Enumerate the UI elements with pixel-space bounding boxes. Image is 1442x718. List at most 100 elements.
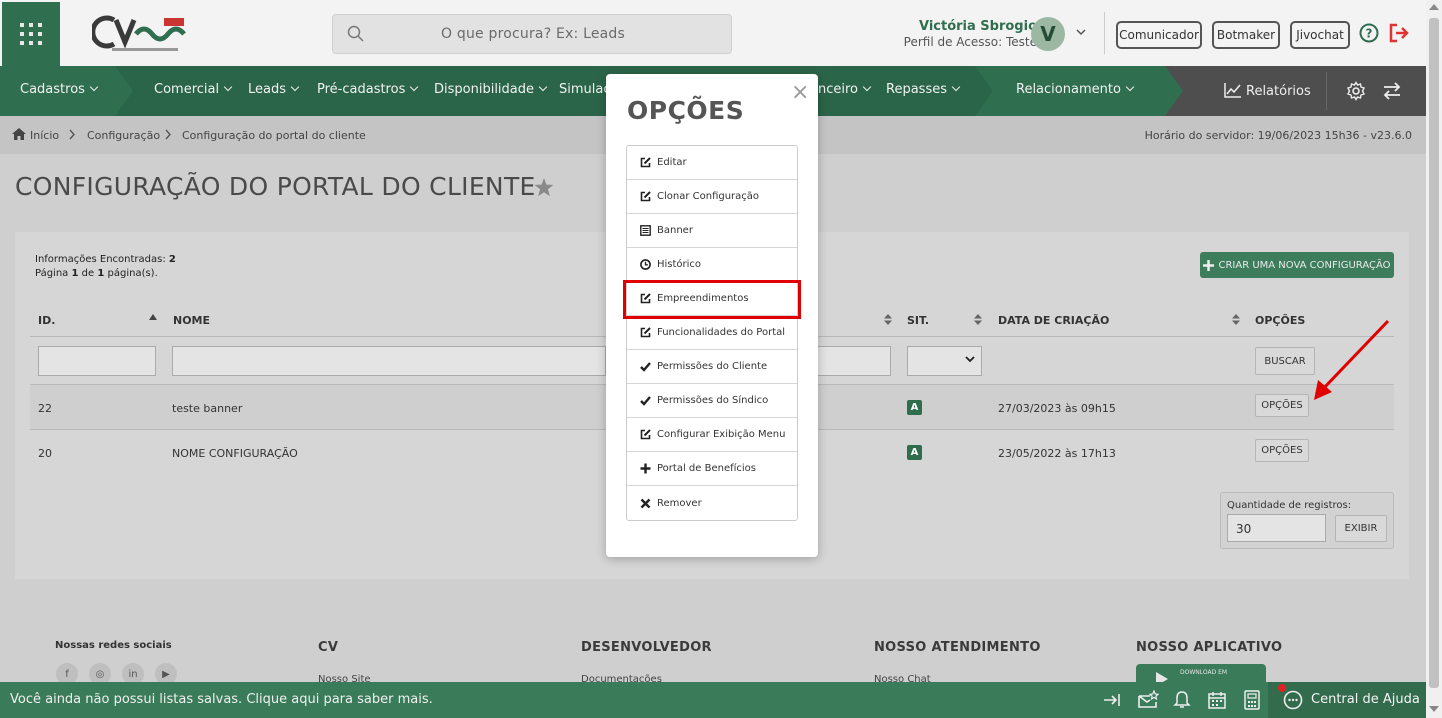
help-center-button[interactable]: Central de Ajuda: [1268, 682, 1426, 718]
edit-icon: [640, 429, 651, 440]
option-banner[interactable]: Banner: [627, 214, 797, 248]
status-badge: A: [907, 445, 922, 460]
chevron-right-icon: [69, 129, 75, 140]
mail-star-icon[interactable]: [1137, 690, 1159, 710]
gear-icon[interactable]: [1346, 81, 1366, 101]
close-icon[interactable]: ×: [791, 80, 809, 105]
chevron-down-icon: [965, 356, 975, 363]
calculator-icon[interactable]: [1243, 690, 1261, 710]
annotation-arrow-icon: [1314, 319, 1390, 400]
plus-icon: [640, 463, 651, 474]
search-bar[interactable]: O que procura? Ex: Leads: [332, 14, 732, 54]
home-icon[interactable]: [12, 128, 26, 140]
nav-cadastros[interactable]: Cadastros: [20, 82, 99, 97]
nav-financeiro[interactable]: nceiro: [818, 82, 872, 97]
row-2-name: NOME CONFIGURAÇÃO: [172, 447, 298, 460]
scroll-down-arrow[interactable]: [1429, 706, 1439, 712]
nav-relatorios[interactable]: Relatórios: [1224, 82, 1311, 99]
star-icon[interactable]: [534, 178, 554, 197]
col-header-data-criacao[interactable]: DATA DE CRIAÇÃO: [998, 314, 1109, 327]
option-permissoes-sindico[interactable]: Permissões do Síndico: [627, 384, 797, 418]
option-label: Permissões do Síndico: [657, 395, 769, 406]
sort-icon[interactable]: [1232, 314, 1240, 325]
grid-icon: [20, 23, 42, 45]
option-label: Portal de Benefícios: [657, 463, 756, 474]
crumb-inicio[interactable]: Início: [30, 129, 59, 142]
chevron-right-icon: [165, 129, 171, 140]
scroll-thumb[interactable]: [1429, 18, 1439, 688]
nav-disponibilidade[interactable]: Disponibilidade: [434, 82, 548, 97]
user-profile: Perfil de Acesso: Teste: [903, 35, 1037, 49]
option-label: Configurar Exibição Menu: [657, 429, 786, 440]
option-configurar-exibicao-menu[interactable]: Configurar Exibição Menu: [627, 418, 797, 452]
option-permissoes-cliente[interactable]: Permissões do Cliente: [627, 350, 797, 384]
option-clonar-configuracao[interactable]: Clonar Configuração: [627, 180, 797, 214]
option-funcionalidades-portal[interactable]: Funcionalidades do Portal: [627, 316, 797, 350]
nav-pre-cadastros[interactable]: Pré-cadastros: [317, 82, 419, 97]
collapse-icon[interactable]: [1102, 690, 1122, 710]
page-title: CONFIGURAÇÃO DO PORTAL DO CLIENTE: [15, 172, 536, 201]
modal-title: OPÇÕES: [627, 96, 745, 125]
scroll-up-arrow[interactable]: [1429, 4, 1439, 10]
logout-icon[interactable]: [1388, 23, 1410, 43]
row-2-options-button[interactable]: OPÇÕES: [1255, 439, 1309, 462]
header-divider: [1104, 12, 1105, 54]
svg-text:?: ?: [1366, 27, 1373, 41]
server-time: Horário do servidor: 19/06/2023 15h36 - …: [1144, 129, 1412, 142]
sort-icon[interactable]: [884, 314, 892, 325]
apps-grid-button[interactable]: [2, 2, 60, 66]
sort-icon[interactable]: [974, 314, 982, 325]
col-header-nome[interactable]: NOME: [173, 314, 210, 327]
edit-icon: [640, 157, 651, 168]
option-editar[interactable]: Editar: [627, 146, 797, 180]
nav-repasses[interactable]: Repasses: [886, 82, 961, 97]
nav-leads[interactable]: Leads: [248, 82, 300, 97]
filter-nome-input-end[interactable]: [818, 346, 891, 376]
bottom-bar: Você ainda não possui listas salvas. Cli…: [0, 682, 1426, 718]
gplay-small-label: DOWNLOAD EM: [1180, 669, 1228, 676]
filter-id-input[interactable]: [38, 346, 156, 376]
filter-nome-input[interactable]: [172, 346, 606, 376]
crumb-configuracao[interactable]: Configuração: [87, 129, 160, 142]
option-label: Banner: [657, 225, 693, 236]
nav-simulacao[interactable]: Simulaç: [559, 82, 611, 97]
show-button[interactable]: EXIBIR: [1335, 515, 1387, 542]
search-icon: [347, 25, 364, 42]
row-1-options-button[interactable]: OPÇÕES: [1255, 394, 1309, 417]
botmaker-button[interactable]: Botmaker: [1212, 21, 1280, 49]
col-header-id[interactable]: ID.: [38, 314, 55, 327]
chevron-down-icon[interactable]: [1075, 27, 1087, 37]
check-icon: [640, 396, 651, 406]
records-quantity-input[interactable]: 30: [1227, 514, 1326, 542]
highlight-box: [623, 280, 801, 319]
saved-lists-message[interactable]: Você ainda não possui listas salvas. Cli…: [10, 692, 433, 707]
user-name[interactable]: Victória Sbrogio: [919, 19, 1037, 34]
option-label: Clonar Configuração: [657, 191, 760, 202]
footer-col-cv: CV: [318, 640, 339, 655]
col-header-sit[interactable]: SIT.: [907, 314, 929, 327]
swap-icon[interactable]: [1382, 81, 1402, 101]
jivochat-button[interactable]: Jivochat: [1290, 21, 1350, 49]
avatar[interactable]: V: [1031, 17, 1065, 51]
option-remover[interactable]: Remover: [627, 486, 797, 520]
option-historico[interactable]: Histórico: [627, 248, 797, 282]
row-1-date: 27/03/2023 às 09h15: [998, 402, 1116, 415]
bell-icon[interactable]: [1173, 690, 1191, 710]
edit-icon: [640, 327, 651, 338]
status-badge: A: [907, 400, 922, 415]
sort-asc-icon[interactable]: [149, 314, 157, 320]
row-2-date: 23/05/2022 às 17h13: [998, 447, 1116, 460]
col-header-opcoes: OPÇÕES: [1255, 314, 1306, 327]
comunicador-button[interactable]: Comunicador: [1116, 21, 1202, 49]
option-portal-beneficios[interactable]: Portal de Benefícios: [627, 452, 797, 486]
footer-col-desenvolvedor: DESENVOLVEDOR: [581, 640, 712, 655]
calendar-icon[interactable]: [1207, 690, 1227, 710]
search-button[interactable]: BUSCAR: [1255, 347, 1315, 375]
cv-logo[interactable]: [90, 12, 192, 56]
chat-icon: [1283, 690, 1303, 710]
nav-comercial[interactable]: Comercial: [154, 82, 233, 97]
new-config-button[interactable]: CRIAR UMA NOVA CONFIGURAÇÃO: [1200, 252, 1394, 278]
nav-relacionamento[interactable]: Relacionamento: [1016, 82, 1135, 97]
help-icon[interactable]: ?: [1359, 23, 1379, 43]
edit-icon: [640, 191, 651, 202]
